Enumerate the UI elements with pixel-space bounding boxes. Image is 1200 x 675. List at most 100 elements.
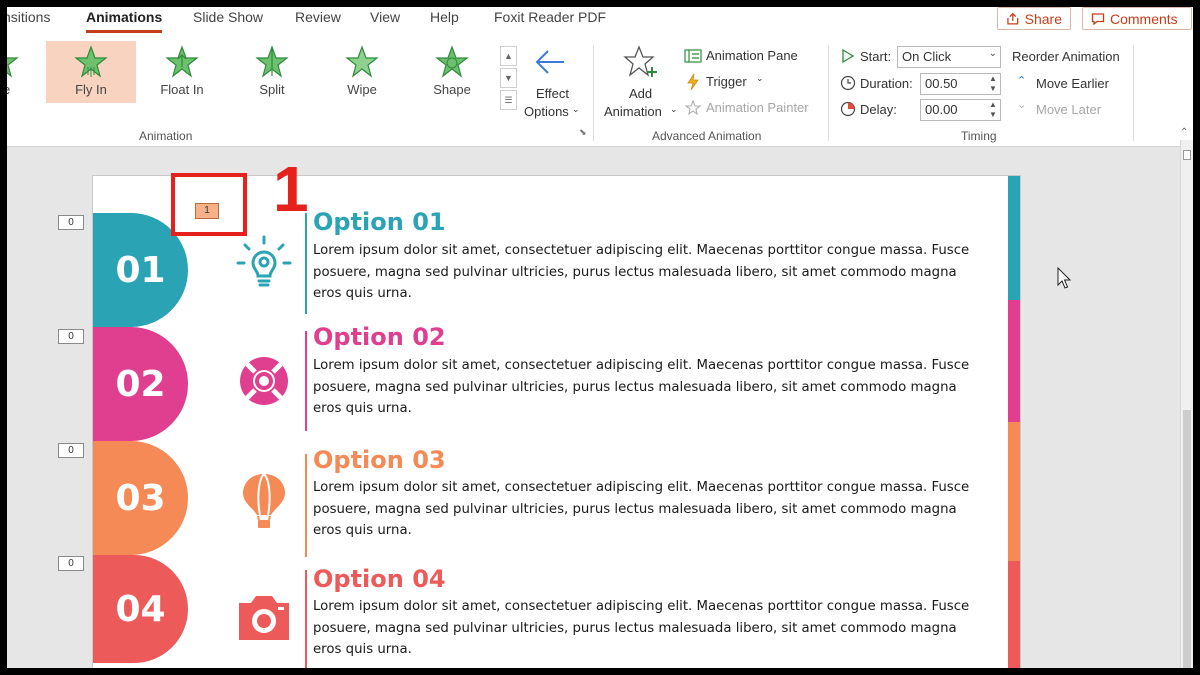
mouse-cursor-icon bbox=[1057, 267, 1072, 289]
animation-partial[interactable]: e bbox=[7, 41, 47, 103]
animation-tag[interactable]: 0 bbox=[58, 443, 84, 458]
tab-view[interactable]: View bbox=[370, 9, 400, 25]
add-star-icon bbox=[623, 45, 657, 77]
option-03-number-block[interactable]: 03 bbox=[93, 441, 188, 555]
vertical-scrollbar[interactable] bbox=[1180, 140, 1193, 668]
share-button[interactable]: Share bbox=[997, 7, 1071, 30]
animation-painter-button: Animation Painter bbox=[684, 99, 829, 119]
option-02-divider bbox=[305, 331, 307, 431]
tab-transitions[interactable]: nsitions bbox=[7, 9, 50, 25]
animation-tag[interactable]: 0 bbox=[58, 329, 84, 344]
add-animation-button[interactable]: Add Animation ⌄ bbox=[601, 41, 679, 121]
delay-clock-icon bbox=[840, 101, 856, 117]
comments-label: Comments bbox=[1110, 10, 1178, 27]
camera-icon bbox=[239, 596, 289, 640]
delay-input[interactable]: 00.00 ▲ ▼ bbox=[920, 99, 1001, 121]
option-04-number-block[interactable]: 04 bbox=[93, 555, 188, 668]
color-bar-red bbox=[1008, 561, 1020, 668]
animation-pane-icon bbox=[684, 49, 702, 63]
color-bar-pink bbox=[1008, 300, 1020, 422]
chevron-down-icon: ⌄ bbox=[988, 48, 997, 59]
animation-tag[interactable]: 0 bbox=[58, 215, 84, 230]
highlight-box bbox=[171, 173, 247, 236]
trigger-label: Trigger bbox=[706, 74, 747, 89]
timing-group-label: Timing bbox=[961, 129, 997, 143]
option-01-body[interactable]: Lorem ipsum dolor sit amet, consectetuer… bbox=[313, 240, 973, 305]
reorder-animation-label: Reorder Animation bbox=[1012, 49, 1120, 64]
option-01-title[interactable]: Option 01 bbox=[313, 208, 446, 236]
fly-in-label: Fly In bbox=[75, 82, 107, 97]
comments-button[interactable]: Comments bbox=[1082, 7, 1192, 30]
scroll-thumb[interactable] bbox=[1183, 410, 1191, 668]
delay-label: Delay: bbox=[860, 102, 897, 117]
animation-shape[interactable]: Shape bbox=[407, 41, 497, 103]
start-value: On Click bbox=[902, 49, 952, 64]
option-03-divider bbox=[305, 454, 307, 557]
chevron-down-icon: ⌄ bbox=[572, 104, 580, 114]
share-label: Share bbox=[1024, 10, 1062, 27]
group-separator bbox=[1133, 45, 1134, 141]
delay-value: 00.00 bbox=[925, 102, 958, 117]
duration-spinner[interactable]: ▲ ▼ bbox=[986, 74, 1000, 94]
dialog-launcher-icon[interactable]: ⬊ bbox=[579, 127, 587, 138]
option-02-number-block[interactable]: 02 bbox=[93, 327, 188, 441]
animation-float-in[interactable]: Float In bbox=[137, 41, 227, 103]
animation-partial-label: e bbox=[7, 82, 47, 97]
float-in-label: Float In bbox=[160, 82, 204, 97]
tab-foxit-reader-pdf[interactable]: Foxit Reader PDF bbox=[494, 9, 606, 25]
add-animation-label-2: Animation bbox=[604, 104, 662, 119]
color-bar-orange bbox=[1008, 422, 1020, 561]
gallery-more-button[interactable]: ☰ bbox=[500, 90, 517, 110]
clock-icon bbox=[840, 75, 856, 91]
start-dropdown[interactable]: On Click ⌄ bbox=[897, 46, 1001, 68]
chevron-down-icon: ⌄ bbox=[670, 104, 678, 114]
arrow-left-icon bbox=[535, 50, 564, 74]
option-03-body[interactable]: Lorem ipsum dolor sit amet, consectetuer… bbox=[313, 477, 973, 542]
delay-spinner[interactable]: ▲ ▼ bbox=[986, 100, 1000, 120]
chevron-up-icon: ⌃ bbox=[1017, 75, 1027, 87]
option-02-number: 02 bbox=[93, 327, 188, 441]
lifebuoy-icon bbox=[240, 357, 288, 405]
animation-pane-button[interactable]: Animation Pane bbox=[684, 47, 814, 67]
move-later-button: ⌄ Move Later bbox=[1017, 99, 1127, 119]
option-03-title[interactable]: Option 03 bbox=[313, 446, 446, 474]
collapse-ribbon-icon[interactable]: ⌃ bbox=[1180, 127, 1188, 138]
scroll-up-button[interactable] bbox=[1183, 150, 1191, 160]
option-02-title[interactable]: Option 02 bbox=[313, 323, 446, 351]
gallery-scroll-down[interactable]: ▼ bbox=[500, 68, 517, 88]
animations-ribbon: e Fly In Float In Split Wipe Shape ▲ ▼ ☰… bbox=[7, 35, 1193, 147]
group-separator bbox=[593, 45, 594, 141]
move-earlier-button[interactable]: ⌃ Move Earlier bbox=[1017, 75, 1127, 93]
move-earlier-label: Move Earlier bbox=[1036, 76, 1109, 91]
option-03-number: 03 bbox=[93, 441, 188, 555]
wipe-label: Wipe bbox=[347, 82, 377, 97]
animation-group-label: Animation bbox=[139, 129, 193, 143]
comment-icon bbox=[1091, 12, 1105, 25]
slide-canvas[interactable]: 1 01 Option 01 Lorem ipsum dolor sit ame… bbox=[92, 175, 1021, 668]
option-04-body[interactable]: Lorem ipsum dolor sit amet, consectetuer… bbox=[313, 596, 973, 661]
tab-help[interactable]: Help bbox=[430, 9, 459, 25]
ribbon-tab-bar: nsitions Animations Slide Show Review Vi… bbox=[7, 7, 1193, 35]
star-effect-icon bbox=[7, 57, 19, 78]
trigger-button[interactable]: Trigger ⌄ bbox=[684, 73, 774, 93]
option-04-title[interactable]: Option 04 bbox=[313, 565, 446, 593]
tab-slide-show[interactable]: Slide Show bbox=[193, 9, 263, 25]
tab-review[interactable]: Review bbox=[295, 9, 341, 25]
effect-options-button[interactable]: Effect Options ⌄ bbox=[522, 41, 580, 121]
gallery-scroll-up[interactable]: ▲ bbox=[500, 46, 517, 66]
callout-number: 1 bbox=[273, 153, 309, 225]
painter-icon bbox=[684, 100, 702, 116]
animation-tag[interactable]: 0 bbox=[58, 556, 84, 571]
tab-animations[interactable]: Animations bbox=[86, 9, 163, 33]
lightbulb-gear-icon bbox=[236, 235, 292, 287]
option-02-body[interactable]: Lorem ipsum dolor sit amet, consectetuer… bbox=[313, 355, 973, 420]
powerpoint-window: nsitions Animations Slide Show Review Vi… bbox=[7, 7, 1193, 668]
animation-fly-in[interactable]: Fly In bbox=[46, 41, 136, 103]
duration-label: Duration: bbox=[860, 76, 913, 91]
share-icon bbox=[1007, 12, 1019, 25]
duration-input[interactable]: 00.50 ▲ ▼ bbox=[920, 73, 1001, 95]
play-icon bbox=[842, 49, 855, 63]
chevron-down-icon: ⌄ bbox=[1017, 99, 1027, 111]
animation-split[interactable]: Split bbox=[227, 41, 317, 103]
animation-wipe[interactable]: Wipe bbox=[317, 41, 407, 103]
